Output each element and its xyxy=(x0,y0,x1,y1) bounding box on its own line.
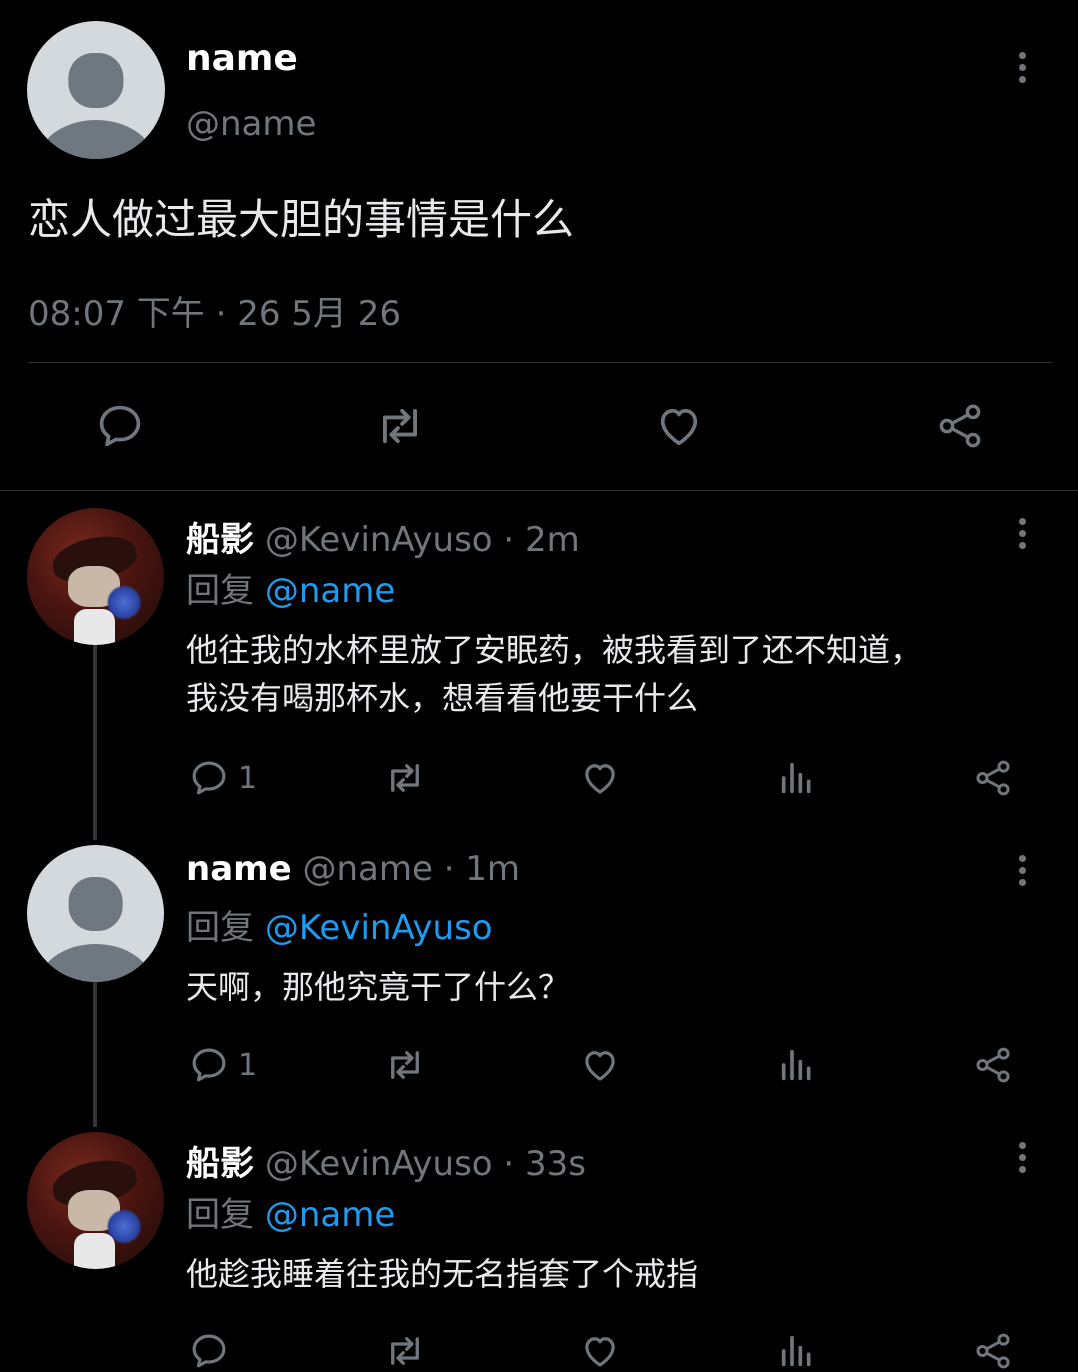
reply-1-prefix: 回复 xyxy=(186,571,254,611)
main-reply-button[interactable] xyxy=(94,400,146,452)
main-post-avatar[interactable] xyxy=(27,21,165,159)
retweet-icon xyxy=(391,1337,419,1365)
analytics-icon xyxy=(781,762,811,794)
reply-1-handle[interactable]: @KevinAyuso xyxy=(265,520,493,560)
reply-3-replying-to: 回复 @name xyxy=(186,1187,395,1236)
reply-3-reply-button[interactable] xyxy=(188,1330,230,1372)
analytics-icon xyxy=(781,1335,811,1367)
reply-2-views-button[interactable] xyxy=(777,1044,817,1086)
reply-2-header: name @name · 1m xyxy=(186,849,520,889)
reply-1-time: · 2m xyxy=(503,520,580,560)
heart-icon xyxy=(585,764,615,794)
avatar-head-shape xyxy=(68,876,123,932)
reply-icon xyxy=(192,1048,226,1082)
reply-3-avatar[interactable] xyxy=(27,1132,164,1269)
main-post-timestamp[interactable]: 08:07 下午 · 26 5月 26 xyxy=(28,286,401,335)
share-icon xyxy=(939,404,981,448)
main-like-button[interactable] xyxy=(653,400,705,452)
reply-3-more-icon[interactable] xyxy=(1019,1142,1027,1178)
main-post-display-name[interactable]: name xyxy=(186,38,298,79)
reply-3-header: 船影 @KevinAyuso · 33s xyxy=(186,1136,586,1185)
reply-2-reply-count: 1 xyxy=(238,1047,258,1083)
share-icon xyxy=(976,760,1010,796)
main-post-divider xyxy=(28,362,1053,363)
reply-2-time: · 1m xyxy=(443,849,521,889)
main-post-handle[interactable]: @name xyxy=(186,104,316,144)
reply-2-handle[interactable]: @name xyxy=(302,849,432,889)
reply-icon xyxy=(192,1334,226,1368)
reply-3-views-button[interactable] xyxy=(777,1330,817,1372)
reply-1-text-line: 我没有喝那杯水，想看看他要干什么 xyxy=(186,679,699,717)
reply-2-replying-to: 回复 @KevinAyuso xyxy=(186,900,493,949)
retweet-icon xyxy=(382,408,418,444)
avatar-head-shape xyxy=(68,52,124,108)
reply-icon xyxy=(192,761,226,795)
section-divider xyxy=(0,490,1078,491)
reply-2-reply-button[interactable]: 1 xyxy=(188,1044,257,1086)
heart-icon xyxy=(585,1051,615,1081)
avatar-shirt-shape xyxy=(73,1233,115,1269)
avatar-body-shape xyxy=(36,120,156,159)
reply-2-text: 天啊，那他究竟干了什么？ xyxy=(186,968,571,1006)
main-share-button[interactable] xyxy=(934,400,986,452)
thread-connector-1 xyxy=(93,645,97,840)
reply-2-retweet-button[interactable] xyxy=(381,1044,429,1086)
thread-connector-2 xyxy=(93,982,97,1127)
reply-1-text: 他往我的水杯里放了安眠药，被我看到了还不知道， 我没有喝那杯水，想看看他要干什么 xyxy=(186,626,922,722)
avatar-body-shape xyxy=(36,943,155,982)
reply-2-share-button[interactable] xyxy=(972,1044,1014,1086)
reply-1-replying-to: 回复 @name xyxy=(186,563,395,612)
reply-1-like-button[interactable] xyxy=(579,757,621,799)
analytics-icon xyxy=(781,1049,811,1081)
reply-3-like-button[interactable] xyxy=(579,1330,621,1372)
reply-3-handle[interactable]: @KevinAyuso xyxy=(265,1144,493,1184)
reply-1-share-button[interactable] xyxy=(972,757,1014,799)
reply-3-prefix: 回复 xyxy=(186,1195,254,1235)
reply-1-text-line: 他往我的水杯里放了安眠药，被我看到了还不知道， xyxy=(186,631,923,669)
reply-1-views-button[interactable] xyxy=(777,757,817,799)
reply-2-prefix: 回复 xyxy=(186,908,254,948)
reply-1-header: 船影 @KevinAyuso · 2m xyxy=(186,512,580,561)
reply-1-more-icon[interactable] xyxy=(1019,518,1027,554)
reply-2-avatar[interactable] xyxy=(27,845,164,982)
retweet-icon xyxy=(391,1051,419,1079)
reply-3-text: 他趁我睡着往我的无名指套了个戒指 xyxy=(186,1255,699,1293)
reply-3-display-name[interactable]: 船影 xyxy=(186,1144,254,1184)
reply-1-mention[interactable]: @name xyxy=(265,571,395,611)
reply-2-more-icon[interactable] xyxy=(1019,855,1027,891)
heart-icon xyxy=(585,1337,615,1367)
reply-3-retweet-button[interactable] xyxy=(381,1330,429,1372)
main-retweet-button[interactable] xyxy=(372,400,428,452)
reply-2-like-button[interactable] xyxy=(579,1044,621,1086)
reply-2-mention[interactable]: @KevinAyuso xyxy=(265,908,493,948)
share-icon xyxy=(976,1047,1010,1083)
reply-3-mention[interactable]: @name xyxy=(265,1195,395,1235)
reply-3-share-button[interactable] xyxy=(972,1330,1014,1372)
main-post-text: 恋人做过最大胆的事情是什么 xyxy=(28,195,575,244)
reply-1-retweet-button[interactable] xyxy=(381,757,429,799)
retweet-icon xyxy=(391,764,419,792)
reply-icon xyxy=(99,405,141,447)
main-post-more-icon[interactable] xyxy=(1019,52,1027,88)
reply-2-display-name[interactable]: name xyxy=(186,849,292,889)
reply-3-time: · 33s xyxy=(503,1144,586,1184)
reply-1-reply-button[interactable]: 1 xyxy=(188,757,257,799)
reply-1-display-name[interactable]: 船影 xyxy=(186,520,254,560)
avatar-shirt-shape xyxy=(73,609,115,645)
heart-icon xyxy=(660,408,698,446)
reply-1-avatar[interactable] xyxy=(27,508,164,645)
share-icon xyxy=(976,1333,1010,1369)
reply-1-reply-count: 1 xyxy=(238,760,258,796)
